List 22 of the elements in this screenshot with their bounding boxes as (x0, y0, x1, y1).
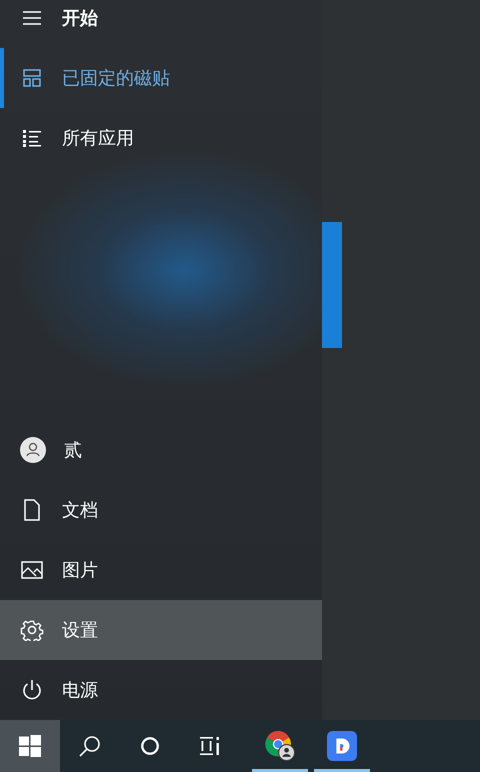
app-icon (327, 731, 357, 761)
menu-item[interactable]: 设置 (0, 600, 322, 660)
menu-icon[interactable] (20, 8, 44, 28)
power-icon (20, 679, 44, 701)
image-icon (20, 560, 44, 580)
circle-icon (140, 736, 160, 756)
nav-item[interactable]: 所有应用 (0, 108, 322, 168)
menu-title: 开始 (62, 7, 98, 30)
settings-icon (20, 619, 44, 641)
menu-item[interactable]: 电源 (0, 660, 322, 720)
search-icon (79, 735, 101, 757)
nav-item[interactable]: 已固定的磁贴 (0, 48, 322, 108)
menu-item[interactable]: 文档 (0, 480, 322, 540)
menu-item[interactable]: 图片 (0, 540, 322, 600)
start-button[interactable] (0, 720, 60, 772)
task-view-icon (199, 735, 221, 757)
user-avatar-icon (20, 437, 46, 463)
tile[interactable] (322, 222, 342, 348)
list-icon (20, 128, 44, 148)
menu-item[interactable]: 贰 (0, 420, 322, 480)
windows-icon (19, 735, 41, 757)
browser-icon (264, 730, 296, 762)
